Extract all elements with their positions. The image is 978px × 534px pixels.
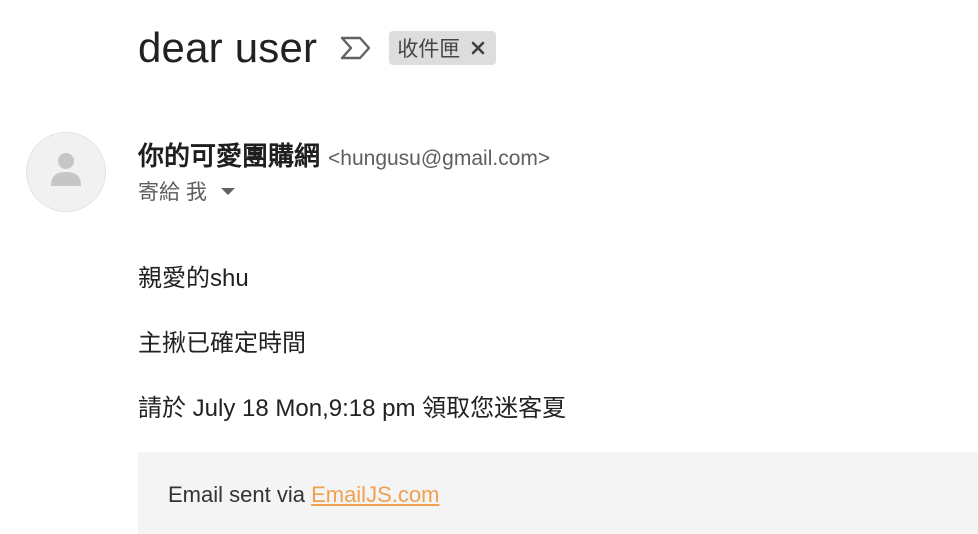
subject-row: dear user 收件匣 <box>138 20 497 76</box>
recipient-details[interactable]: 寄給 我 <box>138 176 235 206</box>
emailjs-link[interactable]: EmailJS.com <box>311 482 439 507</box>
label-chip-inbox[interactable]: 收件匣 <box>389 31 497 65</box>
body-line: 主揪已確定時間 <box>138 330 306 357</box>
sender-email: <hungusu@gmail.com> <box>328 147 551 170</box>
importance-marker-icon[interactable] <box>339 34 373 62</box>
body-greeting: 親愛的shu <box>138 265 249 292</box>
label-chip-text: 收件匣 <box>397 38 461 61</box>
sender-name[interactable]: 你的可愛團購網 <box>138 136 320 173</box>
footer-text: Email sent via EmailJS.com <box>168 482 439 508</box>
footer-prefix: Email sent via <box>168 482 312 507</box>
body-line: 請於 July 18 Mon,9:18 pm 領取您迷客夏 <box>138 395 567 422</box>
email-subject: dear user <box>138 24 318 71</box>
email-footer: Email sent via EmailJS.com <box>138 452 978 534</box>
recipient-text: 寄給 我 <box>138 181 207 204</box>
close-icon[interactable] <box>470 40 486 56</box>
avatar[interactable] <box>26 132 106 212</box>
sender-row: 你的可愛團購網 <hungusu@gmail.com> <box>138 136 550 173</box>
caret-down-icon[interactable] <box>220 187 235 195</box>
email-view: dear user 收件匣 你的可愛團購網 <hungusu@gmail.com… <box>0 0 978 534</box>
person-icon <box>48 150 84 195</box>
